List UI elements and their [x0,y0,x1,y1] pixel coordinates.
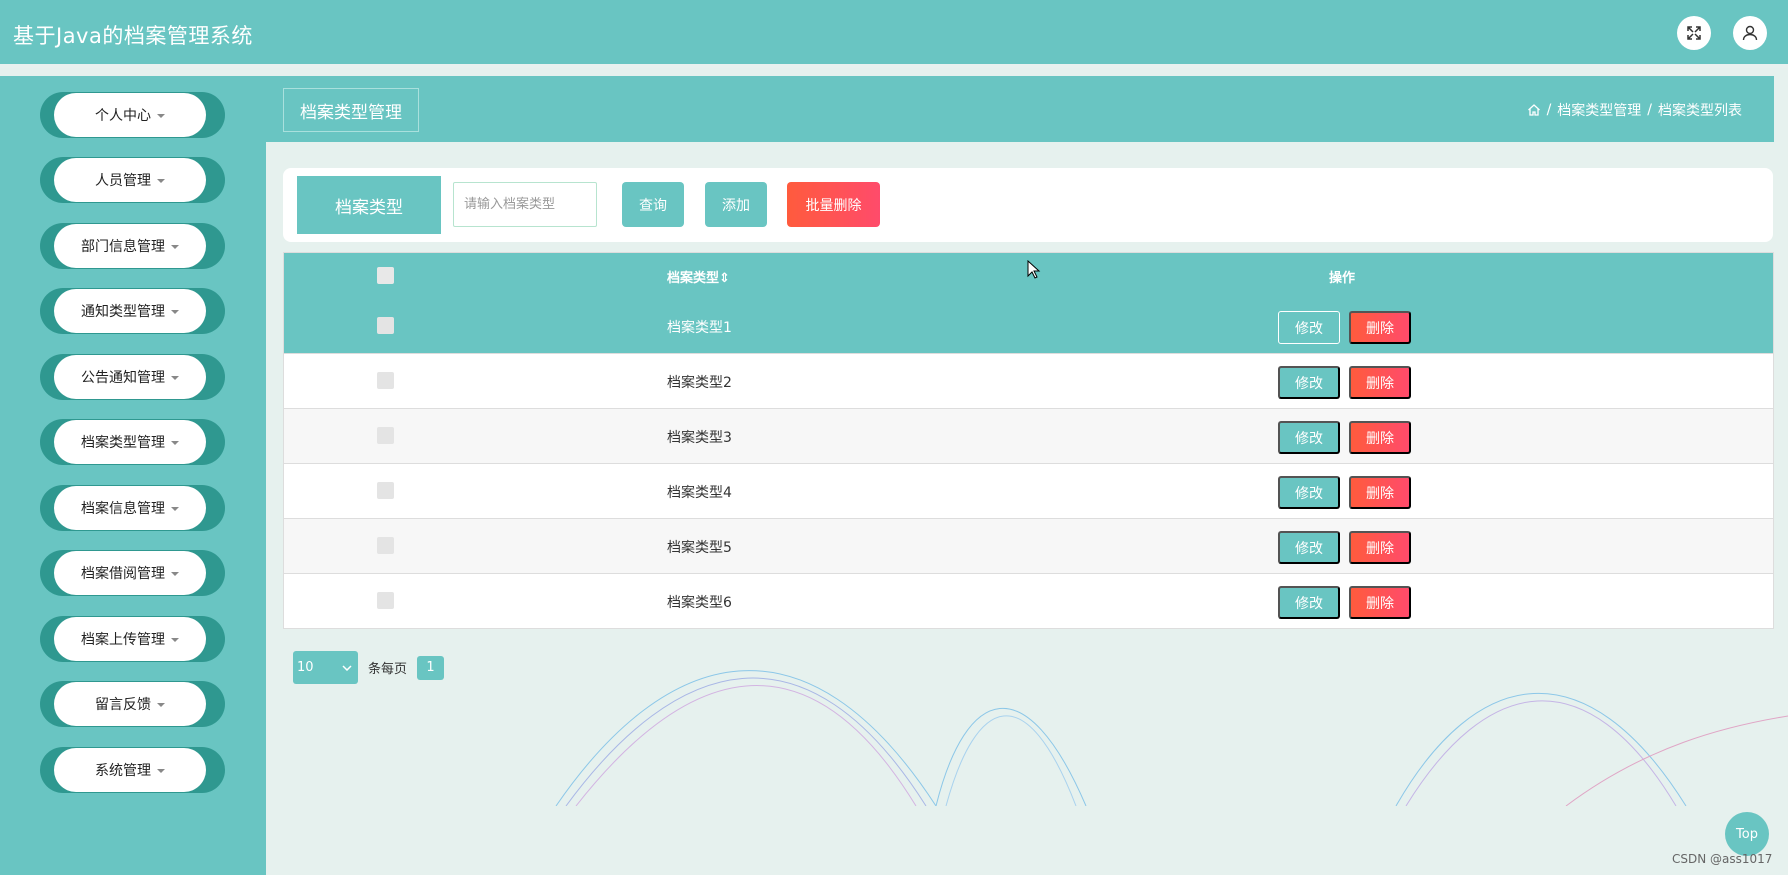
delete-button[interactable]: 删除 [1349,586,1411,619]
app-title: 基于Java的档案管理系统 [13,24,253,48]
sidebar-item-label: 公告通知管理 [81,370,165,386]
per-page-label: 条每页 [368,662,408,677]
fullscreen-icon[interactable] [1677,16,1711,50]
delete-button[interactable]: 删除 [1349,476,1411,509]
archive-type-cell: 档案类型5 [667,540,732,556]
sidebar-item-archive-info[interactable]: 档案信息管理 [40,485,225,531]
sidebar-item-staff[interactable]: 人员管理 [40,157,225,203]
sidebar-item-personal-center[interactable]: 个人中心 [40,92,225,138]
sidebar-item-label: 通知类型管理 [81,304,165,320]
table-row[interactable]: 档案类型5 修改 删除 [284,518,1773,573]
query-button[interactable]: 查询 [622,182,684,227]
sort-icon[interactable]: ⇕ [719,271,730,286]
background-wave-decoration [555,670,1788,806]
edit-button[interactable]: 修改 [1278,311,1340,344]
page-header: 档案类型管理 / 档案类型管理 / 档案类型列表 [266,76,1774,142]
data-table: 档案类型⇕ 操作 档案类型1 修改 删除 档案类型2 修改 删除 档案类型3 修… [283,252,1774,629]
breadcrumb-item: 档案类型列表 [1658,103,1742,119]
home-icon[interactable] [1527,103,1541,117]
caret-down-icon [171,376,179,380]
breadcrumb-separator: / [1546,102,1552,118]
edit-button[interactable]: 修改 [1278,366,1340,399]
caret-down-icon [157,703,165,707]
select-all-checkbox[interactable] [377,267,394,284]
top-bar: 基于Java的档案管理系统 [0,0,1788,68]
page-number-current[interactable]: 1 [417,655,445,680]
add-button[interactable]: 添加 [705,182,767,227]
sidebar-item-label: 部门信息管理 [81,239,165,255]
sidebar-item-notice-type[interactable]: 通知类型管理 [40,288,225,334]
sidebar-item-label: 系统管理 [95,763,151,779]
search-input[interactable] [453,182,597,227]
caret-down-icon [171,572,179,576]
sidebar-item-archive-borrow[interactable]: 档案借阅管理 [40,550,225,596]
page-size-select[interactable]: 10 [293,651,358,684]
search-bar: 档案类型 查询 添加 批量删除 [283,168,1773,242]
sidebar-item-label: 档案上传管理 [81,632,165,648]
user-icon[interactable] [1733,16,1767,50]
row-checkbox[interactable] [377,537,394,554]
caret-down-icon [171,310,179,314]
row-checkbox[interactable] [377,427,394,444]
pagination: 10 条每页 1 [293,651,445,684]
archive-type-cell: 档案类型2 [667,375,732,391]
delete-button[interactable]: 删除 [1349,311,1411,344]
archive-type-cell: 档案类型4 [667,485,732,501]
sidebar-item-label: 档案类型管理 [81,435,165,451]
archive-type-cell: 档案类型1 [667,320,732,336]
caret-down-icon [171,507,179,511]
breadcrumb-item[interactable]: 档案类型管理 [1557,100,1641,120]
search-label: 档案类型 [297,176,441,234]
row-checkbox[interactable] [377,482,394,499]
sidebar-item-label: 档案借阅管理 [81,566,165,582]
table-row[interactable]: 档案类型6 修改 删除 [284,573,1773,628]
row-checkbox[interactable] [377,372,394,389]
caret-down-icon [157,114,165,118]
mouse-cursor-icon [1027,260,1041,279]
delete-button[interactable]: 删除 [1349,421,1411,454]
row-checkbox[interactable] [377,592,394,609]
archive-type-cell: 档案类型3 [667,430,732,446]
watermark: CSDN @ass1017 [1672,852,1773,866]
caret-down-icon [157,179,165,183]
sidebar-item-feedback[interactable]: 留言反馈 [40,681,225,727]
back-to-top-button[interactable]: Top [1725,812,1769,856]
caret-down-icon [171,638,179,642]
table-row[interactable]: 档案类型2 修改 删除 [284,353,1773,408]
page-title: 档案类型管理 [283,88,419,132]
sidebar: 个人中心 人员管理 部门信息管理 通知类型管理 公告通知管理 档案类型管理 档案… [0,76,266,875]
sidebar-item-system[interactable]: 系统管理 [40,747,225,793]
sidebar-item-label: 留言反馈 [95,697,151,713]
sidebar-item-label: 个人中心 [95,108,151,124]
row-checkbox[interactable] [377,317,394,334]
archive-type-cell: 档案类型6 [667,595,732,611]
sidebar-item-archive-upload[interactable]: 档案上传管理 [40,616,225,662]
breadcrumb: / 档案类型管理 / 档案类型列表 [1527,100,1742,120]
delete-button[interactable]: 删除 [1349,366,1411,399]
page-size-value: 10 [297,660,314,675]
edit-button[interactable]: 修改 [1278,476,1340,509]
edit-button[interactable]: 修改 [1278,421,1340,454]
edit-button[interactable]: 修改 [1278,586,1340,619]
caret-down-icon [171,245,179,249]
batch-delete-button[interactable]: 批量删除 [787,182,880,227]
delete-button[interactable]: 删除 [1349,531,1411,564]
edit-button[interactable]: 修改 [1278,531,1340,564]
sidebar-item-label: 人员管理 [95,173,151,189]
table-row[interactable]: 档案类型1 修改 删除 [284,298,1773,353]
sidebar-item-archive-type[interactable]: 档案类型管理 [40,419,225,465]
main-content: 档案类型管理 / 档案类型管理 / 档案类型列表 档案类型 查询 添加 批量删除… [266,76,1788,875]
column-header-archive-type[interactable]: 档案类型⇕ [667,267,730,286]
breadcrumb-separator: / [1647,102,1652,118]
sidebar-item-department[interactable]: 部门信息管理 [40,223,225,269]
caret-down-icon [171,441,179,445]
caret-down-icon [157,769,165,773]
table-row[interactable]: 档案类型4 修改 删除 [284,463,1773,518]
chevron-down-icon [342,664,352,671]
table-row[interactable]: 档案类型3 修改 删除 [284,408,1773,463]
column-header-actions: 操作 [1329,271,1356,286]
sidebar-item-announcement[interactable]: 公告通知管理 [40,354,225,400]
sidebar-item-label: 档案信息管理 [81,501,165,517]
